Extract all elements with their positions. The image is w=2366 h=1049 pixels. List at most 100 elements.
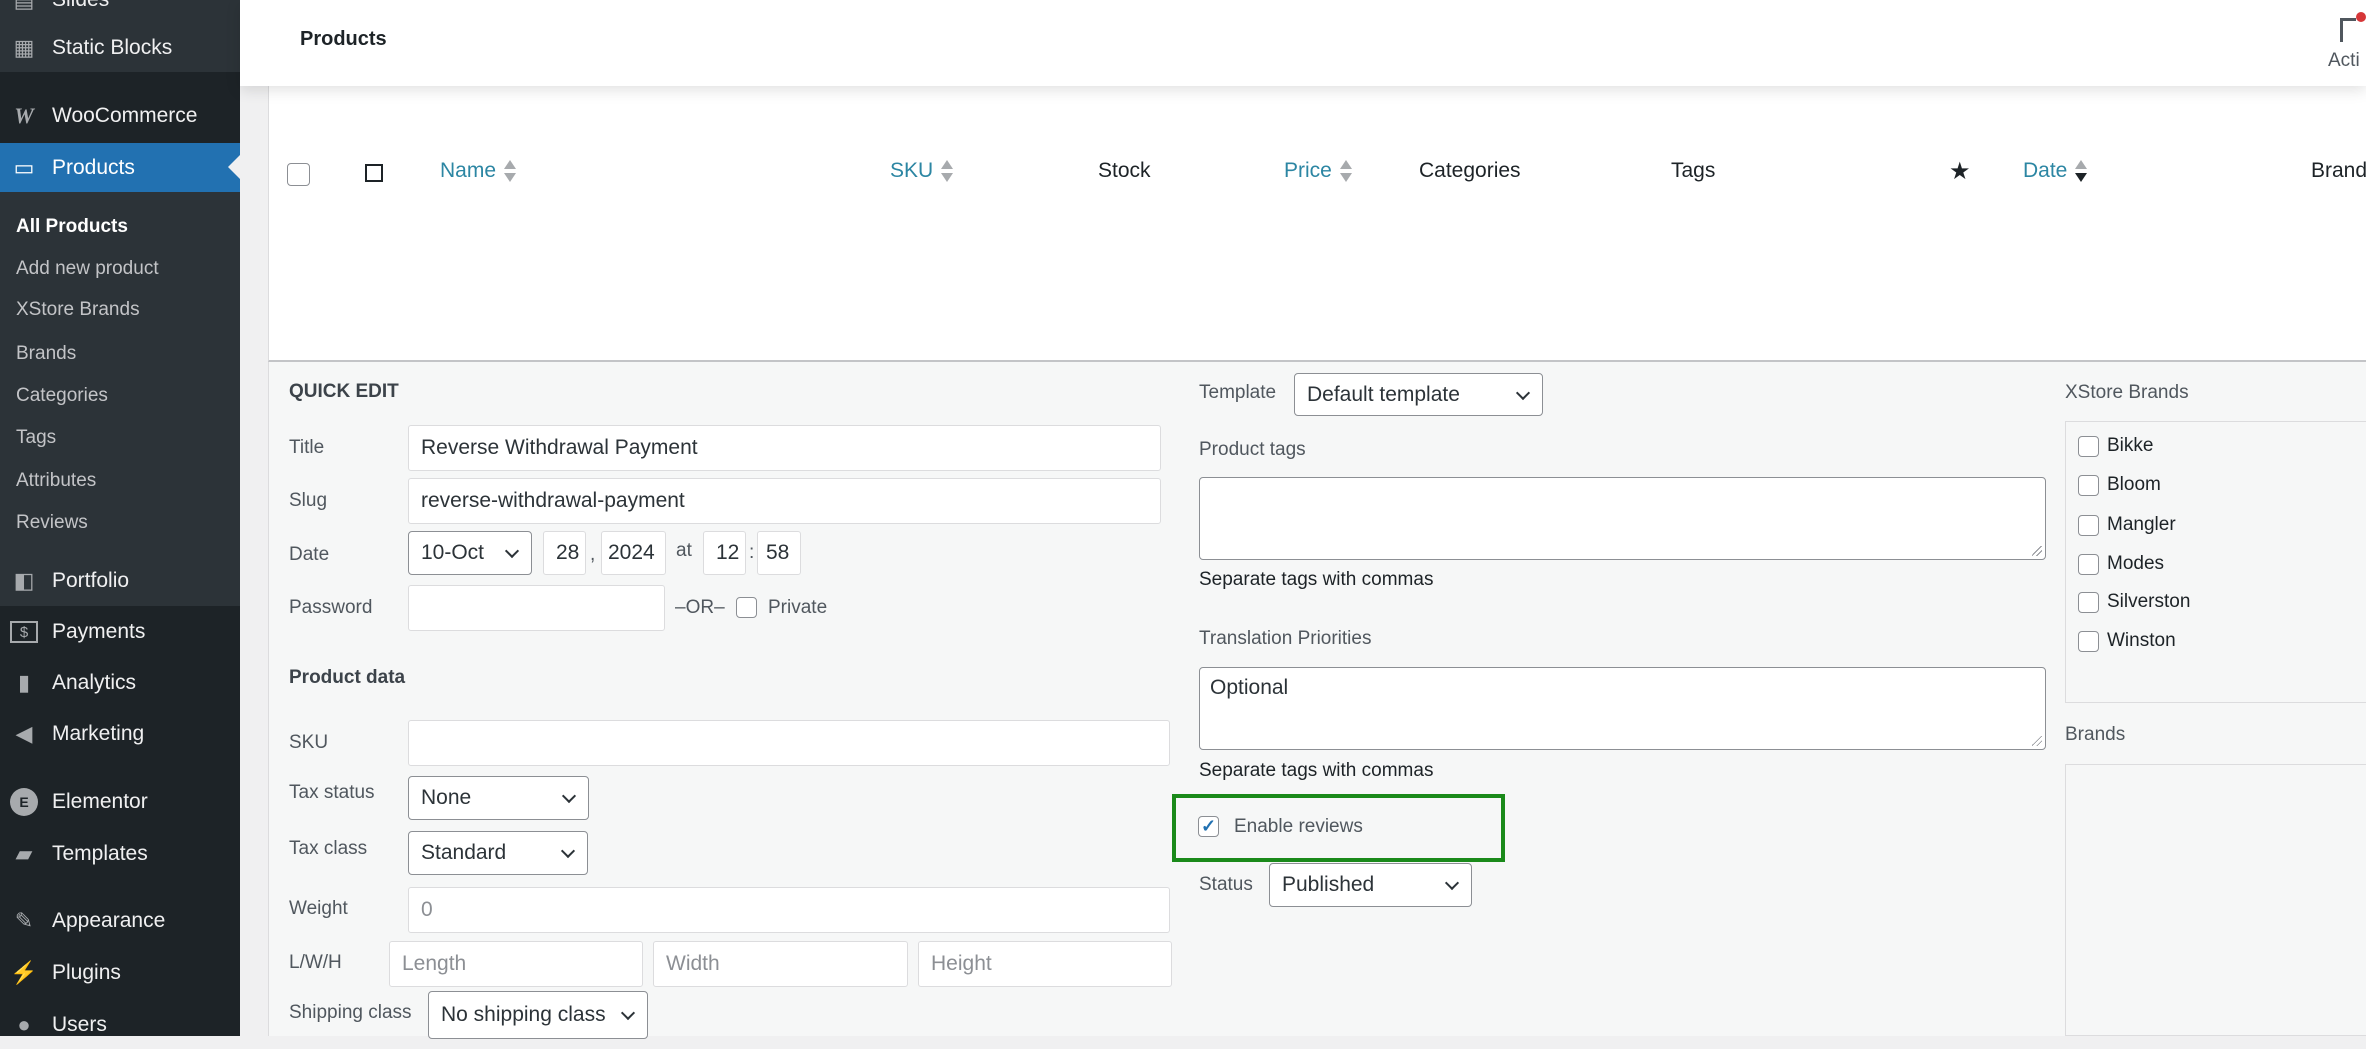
shipping-class-select[interactable]: No shipping class (428, 991, 648, 1039)
chevron-down-icon (620, 1005, 636, 1021)
submenu-all-products[interactable]: All Products (16, 216, 128, 238)
chevron-down-icon (504, 543, 520, 559)
woocommerce-icon: W (14, 103, 34, 128)
submenu-tags[interactable]: Tags (16, 427, 56, 449)
sku-input[interactable] (408, 720, 1170, 766)
tax-class-select[interactable]: Standard (408, 831, 588, 875)
sidebar-item-plugins[interactable]: ⚡ Plugins (0, 949, 240, 997)
submenu-add-new-product[interactable]: Add new product (16, 258, 159, 280)
year-input[interactable]: 2024 (601, 531, 666, 575)
day-input[interactable]: 28 (543, 531, 586, 575)
featured-star-icon[interactable]: ★ (1949, 157, 1971, 186)
plug-icon: ⚡ (10, 960, 38, 985)
select-all-checkbox[interactable] (287, 163, 310, 186)
submenu-brands[interactable]: Brands (16, 343, 76, 365)
chevron-down-icon (1444, 875, 1460, 891)
sidebar-item-analytics[interactable]: ▮ Analytics (0, 659, 240, 707)
slides-icon: ▤ (10, 0, 38, 14)
brand-checkbox[interactable] (2078, 435, 2099, 457)
sidebar-item-static-blocks[interactable]: ▦ Static Blocks (0, 24, 240, 72)
sidebar-item-slides[interactable]: ▤Slides (0, 0, 240, 24)
product-data-heading: Product data (289, 667, 406, 688)
sort-icon (504, 160, 517, 183)
column-brand: Brand (2311, 159, 2366, 182)
tax-status-select[interactable]: None (408, 776, 589, 820)
sidebar-item-elementor[interactable]: E Elementor (0, 778, 240, 826)
brands-list (2065, 764, 2366, 1036)
or-label: –OR– (675, 597, 725, 618)
chevron-down-icon (561, 788, 577, 804)
quick-edit-heading: QUICK EDIT (289, 381, 399, 402)
quick-edit-panel: QUICK EDIT Title Reverse Withdrawal Paym… (268, 362, 2366, 1039)
activity-icon (2340, 18, 2356, 42)
page-title: Products (300, 28, 387, 50)
submenu-reviews[interactable]: Reviews (16, 512, 88, 534)
month-select[interactable]: 10-Oct (408, 531, 532, 575)
password-label: Password (289, 597, 373, 618)
column-sku[interactable]: SKU (890, 159, 954, 183)
brand-checkbox[interactable] (2078, 591, 2099, 613)
brand-checkbox[interactable] (2078, 474, 2099, 496)
sidebar-item-templates[interactable]: ▰ Templates (0, 830, 240, 878)
portfolio-icon: ◧ (13, 568, 35, 593)
enable-reviews-checkbox[interactable]: ✓ (1198, 816, 1219, 837)
hour-input[interactable]: 12 (703, 531, 746, 575)
activity-button[interactable]: Acti (2328, 12, 2366, 72)
weight-input[interactable]: 0 (408, 887, 1170, 933)
sidebar-item-portfolio[interactable]: ◧ Portfolio (0, 557, 240, 605)
notification-dot (2356, 12, 2366, 22)
megaphone-icon: ◀ (15, 721, 33, 746)
title-input[interactable]: Reverse Withdrawal Payment (408, 425, 1161, 471)
brand-checkbox[interactable] (2078, 514, 2099, 536)
user-icon: ● (17, 1012, 31, 1037)
products-submenu: All Products Add new product XStore Bran… (0, 192, 240, 606)
sidebar-item-payments[interactable]: $ Payments (0, 608, 240, 656)
template-label: Template (1199, 382, 1277, 403)
brand-option[interactable]: Winston (2078, 630, 2176, 652)
brand-checkbox[interactable] (2078, 553, 2099, 575)
submenu-attributes[interactable]: Attributes (16, 470, 96, 492)
minute-input[interactable]: 58 (757, 531, 801, 575)
column-price[interactable]: Price (1284, 159, 1352, 183)
brands-label: Brands (2065, 724, 2126, 745)
column-date[interactable]: Date (2023, 159, 2088, 183)
brand-option[interactable]: Bikke (2078, 435, 2153, 457)
xstore-brands-list: Bikke Bloom Mangler Modes Silverston Win… (2065, 421, 2366, 703)
translation-priorities-textarea[interactable]: Optional (1199, 667, 2046, 750)
weight-label: Weight (289, 898, 348, 919)
submenu-xstore-brands[interactable]: XStore Brands (16, 299, 140, 321)
private-checkbox[interactable] (736, 597, 757, 618)
sku-label: SKU (289, 732, 329, 753)
product-tags-textarea[interactable] (1199, 477, 2046, 560)
at-label: at (676, 540, 692, 561)
product-tags-label: Product tags (1199, 439, 1306, 460)
folder-icon: ▰ (15, 841, 33, 866)
sidebar-item-appearance[interactable]: ✎ Appearance (0, 897, 240, 945)
brand-option[interactable]: Bloom (2078, 474, 2161, 496)
length-input[interactable]: Length (389, 941, 643, 987)
sidebar-item-products[interactable]: ▭ Products (0, 143, 240, 192)
xstore-brands-label: XStore Brands (2065, 382, 2189, 403)
sort-icon (941, 160, 954, 183)
password-input[interactable] (408, 585, 665, 631)
height-input[interactable]: Height (918, 941, 1172, 987)
submenu-categories[interactable]: Categories (16, 385, 108, 407)
colon: : (749, 542, 755, 563)
slug-input[interactable]: reverse-withdrawal-payment (408, 478, 1161, 524)
tax-class-label: Tax class (289, 838, 368, 859)
column-name[interactable]: Name (440, 159, 517, 183)
title-label: Title (289, 437, 325, 458)
brand-checkbox[interactable] (2078, 630, 2099, 652)
template-select[interactable]: Default template (1294, 373, 1543, 416)
brand-option[interactable]: Silverston (2078, 591, 2190, 613)
sidebar-item-users[interactable]: ● Users (0, 1001, 240, 1049)
brand-option[interactable]: Modes (2078, 553, 2164, 575)
status-select[interactable]: Published (1269, 863, 1472, 907)
enable-reviews-label: Enable reviews (1234, 816, 1363, 837)
sidebar-item-marketing[interactable]: ◀ Marketing (0, 710, 240, 758)
page-header: Products Acti (240, 0, 2366, 86)
brand-option[interactable]: Mangler (2078, 514, 2176, 536)
tags-help-text: Separate tags with commas (1199, 569, 1434, 590)
sidebar-item-woocommerce[interactable]: W WooCommerce (0, 92, 240, 140)
width-input[interactable]: Width (653, 941, 908, 987)
